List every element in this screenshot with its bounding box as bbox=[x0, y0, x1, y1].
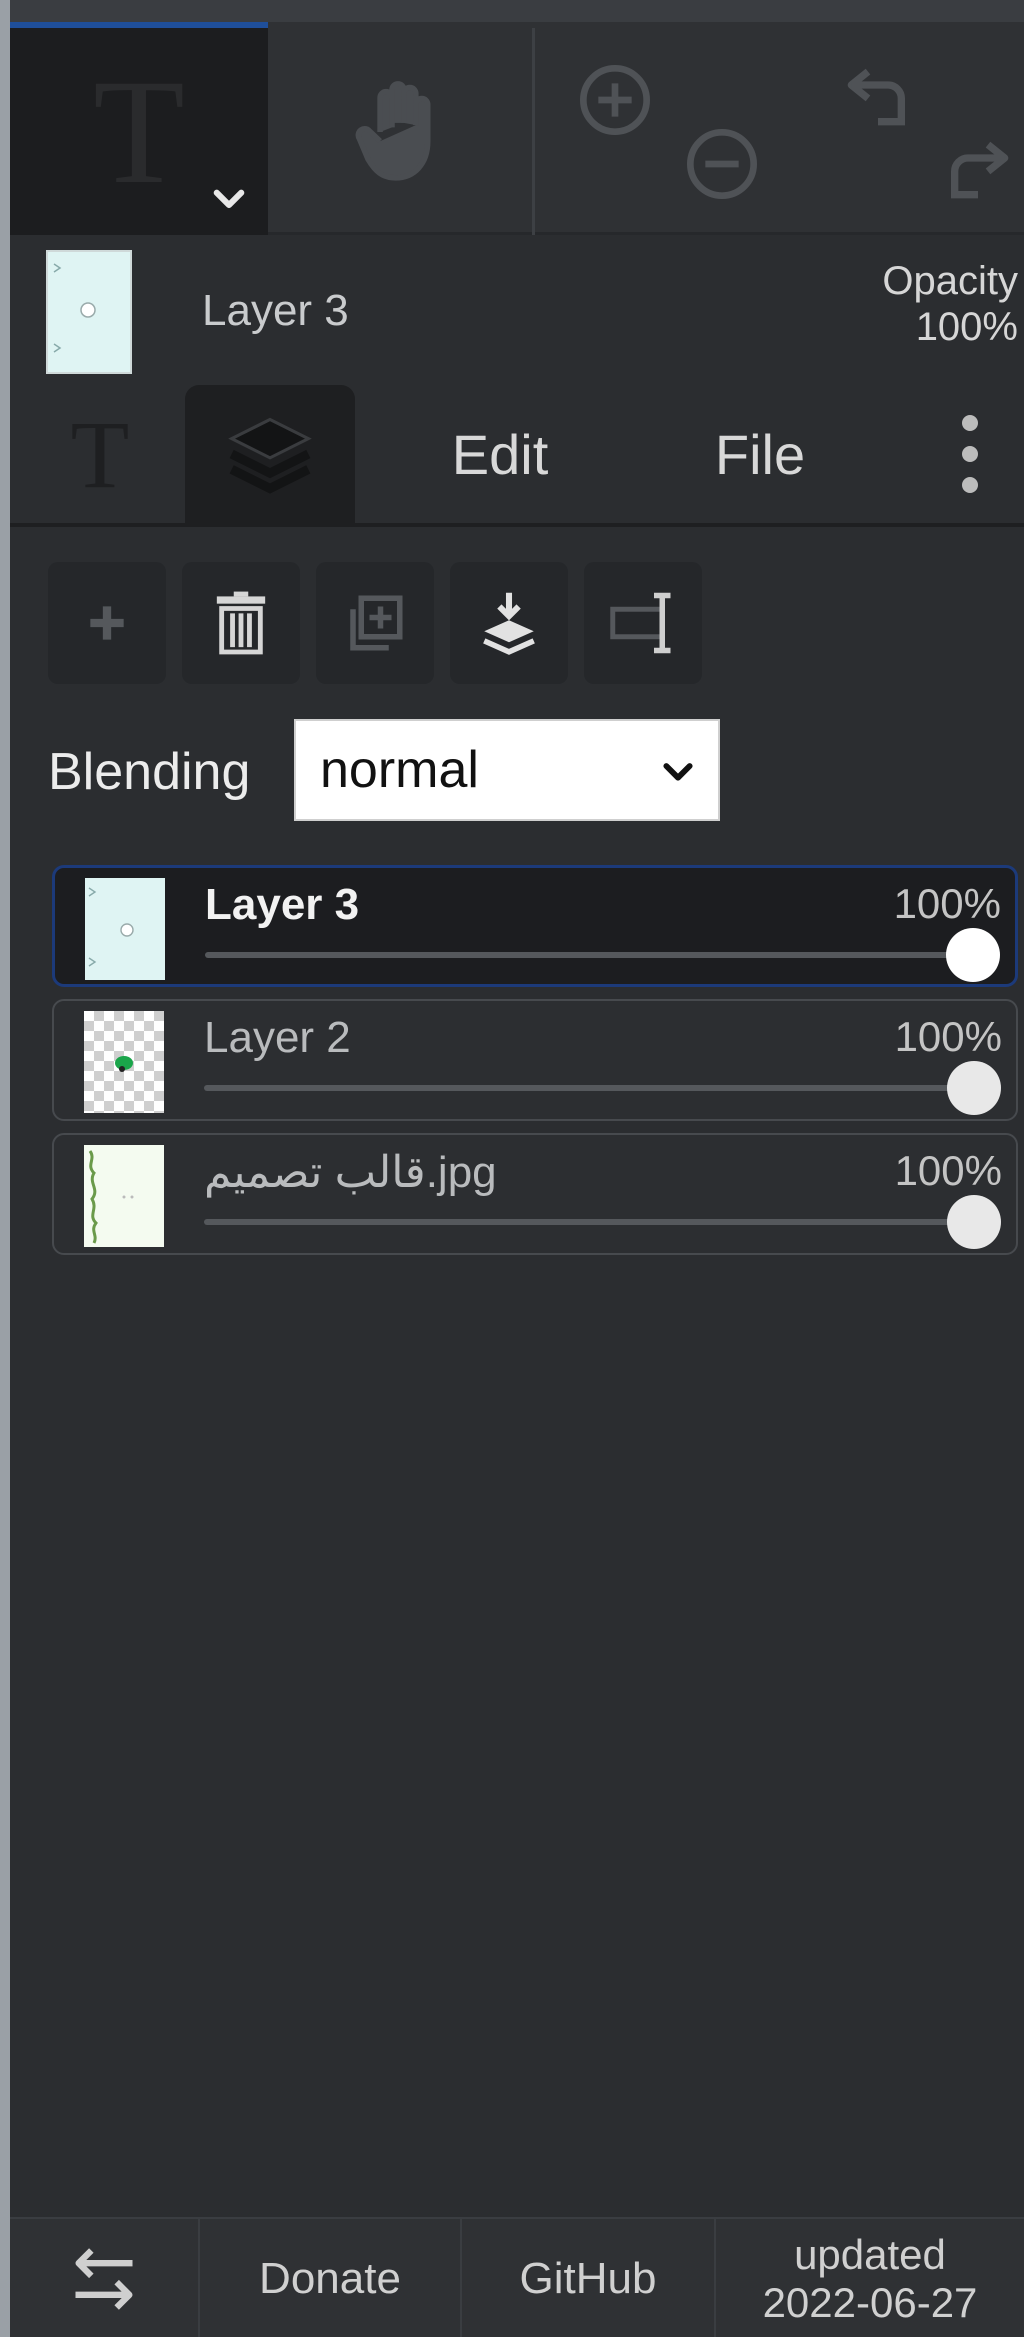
tabs-underline bbox=[10, 523, 1024, 527]
slider-knob[interactable] bbox=[947, 1195, 1001, 1249]
github-link[interactable]: GitHub bbox=[462, 2219, 716, 2337]
thumbnail-pattern bbox=[115, 1056, 133, 1072]
layer-opacity-slider[interactable] bbox=[204, 1061, 1001, 1115]
donate-link[interactable]: Donate bbox=[200, 2219, 462, 2337]
layer-opacity: 100% bbox=[894, 1147, 1002, 1194]
blending-select[interactable]: normal bbox=[294, 719, 720, 821]
updated-info: updated 2022-06-27 bbox=[716, 2219, 1024, 2337]
tab-text[interactable]: T bbox=[30, 385, 170, 523]
layer-name: Layer 3 bbox=[205, 880, 360, 929]
layer-opacity-slider[interactable] bbox=[204, 1195, 1001, 1249]
blending-value: normal bbox=[320, 741, 479, 799]
thumbnail-pattern bbox=[88, 1150, 134, 1244]
thumbnail-pattern bbox=[53, 263, 96, 353]
tab-edit[interactable]: Edit bbox=[420, 385, 580, 523]
current-layer-name: Layer 3 bbox=[202, 286, 349, 335]
window-left-border bbox=[0, 0, 10, 2337]
swap-arrows-icon bbox=[75, 2248, 133, 2310]
layer-opacity-slider[interactable] bbox=[205, 928, 1000, 982]
more-menu-button[interactable] bbox=[930, 385, 1010, 523]
tool-bar: T bbox=[10, 0, 1024, 235]
zoom-out-icon[interactable] bbox=[682, 124, 762, 204]
layer-row[interactable]: Layer 2 100% bbox=[52, 999, 1018, 1121]
layers-icon bbox=[228, 417, 312, 494]
redo-icon[interactable] bbox=[938, 128, 1018, 208]
hand-tool-button[interactable] bbox=[268, 28, 538, 235]
add-layer-button[interactable] bbox=[48, 562, 166, 684]
layer-thumbnail bbox=[84, 1011, 164, 1113]
thumbnail-pattern bbox=[88, 887, 134, 967]
plus-icon bbox=[90, 606, 124, 640]
updated-date: 2022-06-27 bbox=[762, 2279, 978, 2326]
text-tool-button[interactable]: T bbox=[10, 28, 268, 235]
blending-label: Blending bbox=[48, 743, 251, 801]
layer-name: قالب تصميم.jpg bbox=[204, 1148, 497, 1197]
top-strip bbox=[10, 0, 1024, 22]
chevron-down-icon bbox=[663, 763, 693, 781]
chevron-down-icon[interactable] bbox=[208, 177, 250, 219]
text-tool-icon: T bbox=[93, 48, 185, 215]
updated-label: updated bbox=[794, 2230, 946, 2278]
trash-icon bbox=[216, 591, 266, 655]
layer-thumbnail bbox=[85, 878, 165, 980]
opacity-label: Opacity bbox=[882, 259, 1018, 303]
side-panel: T Layer 3 Opacity 100% T Edit File Blend… bbox=[10, 0, 1024, 2337]
tab-file[interactable]: File bbox=[680, 385, 840, 523]
toolbar-divider bbox=[532, 28, 535, 235]
tab-layers[interactable] bbox=[185, 385, 355, 523]
current-layer-header: Layer 3 Opacity 100% bbox=[10, 238, 1024, 378]
layer-row[interactable]: Layer 3 100% bbox=[52, 865, 1018, 987]
layer-name: Layer 2 bbox=[204, 1013, 351, 1062]
duplicate-icon bbox=[350, 595, 403, 651]
delete-layer-button[interactable] bbox=[182, 562, 300, 684]
merge-down-icon bbox=[483, 592, 535, 655]
panel-tabs: T Edit File bbox=[10, 385, 1024, 523]
hand-icon bbox=[355, 80, 431, 181]
slider-knob[interactable] bbox=[946, 928, 1000, 982]
current-layer-thumbnail bbox=[46, 250, 132, 374]
rename-layer-button[interactable] bbox=[584, 562, 702, 684]
layer-row[interactable]: قالب تصميم.jpg 100% bbox=[52, 1133, 1018, 1255]
layer-thumbnail bbox=[84, 1145, 164, 1247]
more-vertical-icon bbox=[962, 415, 978, 493]
swap-panel-button[interactable] bbox=[10, 2219, 200, 2337]
rename-icon bbox=[610, 592, 671, 654]
duplicate-layer-button[interactable] bbox=[316, 562, 434, 684]
slider-knob[interactable] bbox=[947, 1061, 1001, 1115]
current-layer-opacity: Opacity 100% bbox=[882, 258, 1018, 350]
layer-opacity: 100% bbox=[894, 1013, 1002, 1060]
merge-down-button[interactable] bbox=[450, 562, 568, 684]
zoom-in-icon[interactable] bbox=[575, 60, 655, 140]
layer-opacity: 100% bbox=[893, 880, 1001, 927]
undo-icon[interactable] bbox=[838, 55, 918, 135]
footer: Donate GitHub updated 2022-06-27 bbox=[10, 2217, 1024, 2337]
opacity-value: 100% bbox=[915, 305, 1018, 349]
